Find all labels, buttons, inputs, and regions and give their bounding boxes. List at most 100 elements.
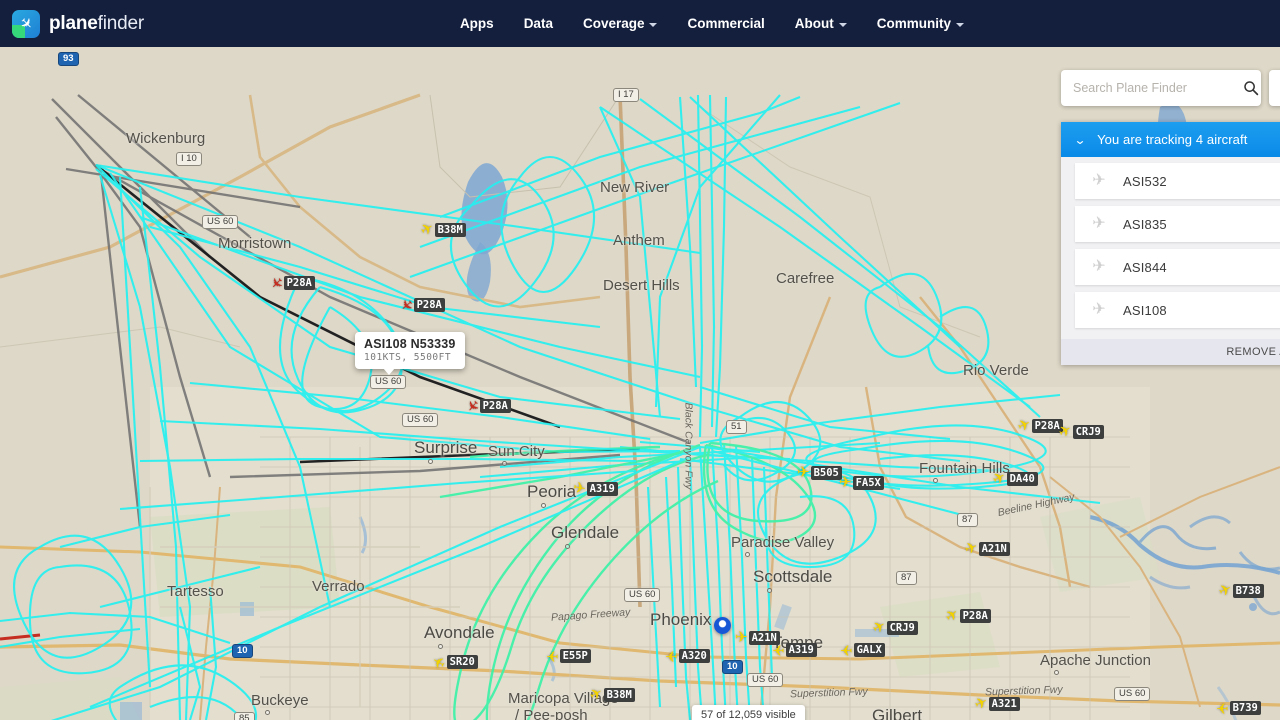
airplane-icon: ✈	[839, 474, 852, 491]
selected-location-marker[interactable]	[714, 617, 731, 634]
map-aircraft-marker[interactable]: ✈ SR20	[429, 650, 478, 673]
visible-aircraft-count: 57 of 12,059 visible	[692, 705, 805, 720]
aircraft-type-tag: SR20	[446, 654, 478, 669]
search-glyph	[1243, 81, 1258, 96]
map-side-tool-button[interactable]	[1269, 70, 1280, 106]
map-city-dot	[428, 459, 433, 464]
aircraft-type-tag: B739	[1229, 700, 1261, 715]
airplane-icon: ✈	[989, 467, 1009, 490]
plane-finder-app: ✈ planefinder Apps Data Coverage Commercial…	[0, 0, 1280, 720]
airplane-icon: ✈	[942, 604, 963, 627]
nav-item-label: Commercial	[687, 16, 765, 31]
map-aircraft-marker[interactable]: ✈ B738	[1216, 580, 1264, 601]
search-box[interactable]	[1061, 70, 1261, 106]
map-city-dot	[933, 478, 938, 483]
brand-wordmark: planefinder	[49, 13, 144, 35]
aircraft-type-tag: A320	[678, 648, 710, 663]
highway-shield: US 60	[370, 375, 407, 390]
tracked-aircraft-callsign: ASI844	[1123, 259, 1167, 275]
popup-speed-altitude: 101KTS, 5500FT	[364, 352, 452, 363]
map-aircraft-marker[interactable]: ✈ CRJ9	[1056, 421, 1104, 442]
map-city-dot	[541, 503, 546, 508]
main-nav: Apps Data Coverage Commercial About Community	[460, 16, 965, 31]
map-aircraft-marker[interactable]: ✈ P28A	[396, 293, 445, 316]
airplane-icon: ✈	[396, 293, 417, 316]
airplane-icon: ✈	[869, 616, 889, 639]
aircraft-type-tag: CRJ9	[886, 620, 918, 635]
plane-logo-icon: ✈	[12, 9, 40, 38]
brand-logo-link[interactable]: ✈ planefinder	[12, 9, 144, 38]
aircraft-type-tag: A21N	[748, 630, 780, 645]
map-aircraft-marker[interactable]: ✈ B505	[797, 465, 842, 480]
search-icon[interactable]	[1240, 71, 1261, 105]
aircraft-type-tag: P28A	[283, 275, 315, 290]
airplane-icon: ✈	[546, 647, 559, 664]
nav-item-label: Community	[876, 16, 952, 31]
airplane-icon: ✈	[962, 538, 981, 559]
popup-pointer	[383, 368, 395, 375]
highway-shield: 51	[726, 420, 747, 435]
tracking-panel-title: You are tracking 4 aircraft	[1097, 132, 1248, 147]
airplane-icon: ✈	[429, 650, 449, 673]
tracked-aircraft-row[interactable]: ✈ ASI532	[1075, 163, 1280, 199]
chevron-down-icon[interactable]: ⌄	[1074, 134, 1087, 146]
aircraft-type-tag: CRJ9	[1072, 424, 1104, 439]
nav-item-apps[interactable]: Apps	[460, 16, 494, 31]
airplane-icon: ✈	[665, 647, 678, 664]
nav-item-about[interactable]: About	[795, 16, 847, 31]
map-aircraft-marker[interactable]: ✈ A21N	[735, 630, 780, 645]
highway-shield: I 17	[613, 88, 639, 103]
map-aircraft-marker[interactable]: ✈ B38M	[418, 219, 466, 240]
tracking-panel-header[interactable]: ⌄ You are tracking 4 aircraft	[1061, 122, 1280, 157]
nav-item-commercial[interactable]: Commercial	[687, 16, 764, 31]
airplane-icon: ✈	[1092, 258, 1106, 275]
aircraft-type-tag: FA5X	[852, 475, 884, 490]
airplane-icon: ✈	[797, 464, 810, 481]
nav-item-community[interactable]: Community	[876, 16, 965, 31]
aircraft-type-tag: E55P	[559, 648, 591, 663]
aircraft-info-popup[interactable]: ASI108 N53339 101KTS, 5500FT	[355, 332, 465, 375]
map-aircraft-marker[interactable]: ✈ A321	[971, 693, 1020, 714]
tracked-aircraft-row[interactable]: ✈ ASI835	[1075, 206, 1280, 242]
map-aircraft-marker[interactable]: ✈ A21N	[962, 538, 1010, 559]
map-aircraft-marker[interactable]: ✈ B739	[1216, 699, 1261, 716]
map-aircraft-marker[interactable]: ✈ A319	[572, 479, 618, 498]
map-aircraft-marker[interactable]: ✈ CRJ9	[869, 616, 918, 639]
airplane-icon: ✈	[971, 693, 991, 714]
map-aircraft-marker[interactable]: ✈ DA40	[989, 467, 1038, 490]
nav-item-coverage[interactable]: Coverage	[583, 16, 658, 31]
tracking-panel: ⌄ You are tracking 4 aircraft ✈ ASI532 ✈ AS…	[1061, 122, 1280, 365]
tracked-aircraft-callsign: ASI835	[1123, 216, 1167, 232]
nav-item-label: Data	[523, 16, 553, 31]
remove-all-button[interactable]: REMOVE A	[1226, 346, 1280, 358]
map-aircraft-marker[interactable]: ✈ E55P	[546, 647, 591, 664]
highway-shield: US 60	[624, 588, 661, 603]
map-aircraft-marker[interactable]: ✈ P28A	[942, 604, 991, 627]
tracked-aircraft-row[interactable]: ✈ ASI108	[1075, 292, 1280, 328]
map-aircraft-marker[interactable]: ✈ P28A	[266, 272, 315, 293]
aircraft-type-tag: B738	[1232, 583, 1264, 598]
airplane-icon: ✈	[1092, 172, 1106, 189]
aircraft-type-tag: P28A	[413, 297, 445, 312]
map-aircraft-marker[interactable]: ✈ P28A	[462, 395, 511, 416]
airplane-icon: ✈	[1216, 699, 1229, 716]
map-aircraft-marker[interactable]: ✈ B38M	[587, 684, 635, 705]
aircraft-type-tag: P28A	[479, 398, 511, 413]
tracked-aircraft-list: ✈ ASI532 ✈ ASI835 ✈ ASI844 ✈ ASI108	[1061, 157, 1280, 339]
tracked-aircraft-row[interactable]: ✈ ASI844	[1075, 249, 1280, 285]
map-aircraft-marker[interactable]: ✈ A320	[665, 647, 710, 664]
aircraft-type-tag: A321	[988, 696, 1020, 711]
highway-shield: 10	[232, 644, 253, 659]
map-aircraft-marker[interactable]: ✈ GALX	[840, 641, 885, 658]
aircraft-type-tag: A21N	[978, 541, 1010, 556]
nav-item-data[interactable]: Data	[524, 16, 553, 31]
aircraft-type-tag: P28A	[959, 608, 991, 623]
nav-item-label: Apps	[459, 16, 494, 31]
airplane-icon: ✈	[840, 641, 853, 658]
search-input[interactable]	[1061, 81, 1240, 95]
top-navigation-bar: ✈ planefinder Apps Data Coverage Commercial…	[0, 0, 1280, 47]
aircraft-type-tag: B38M	[434, 222, 466, 237]
map-city-dot	[265, 710, 270, 715]
map-city-dot	[438, 644, 443, 649]
map-aircraft-marker[interactable]: ✈ FA5X	[839, 475, 884, 490]
